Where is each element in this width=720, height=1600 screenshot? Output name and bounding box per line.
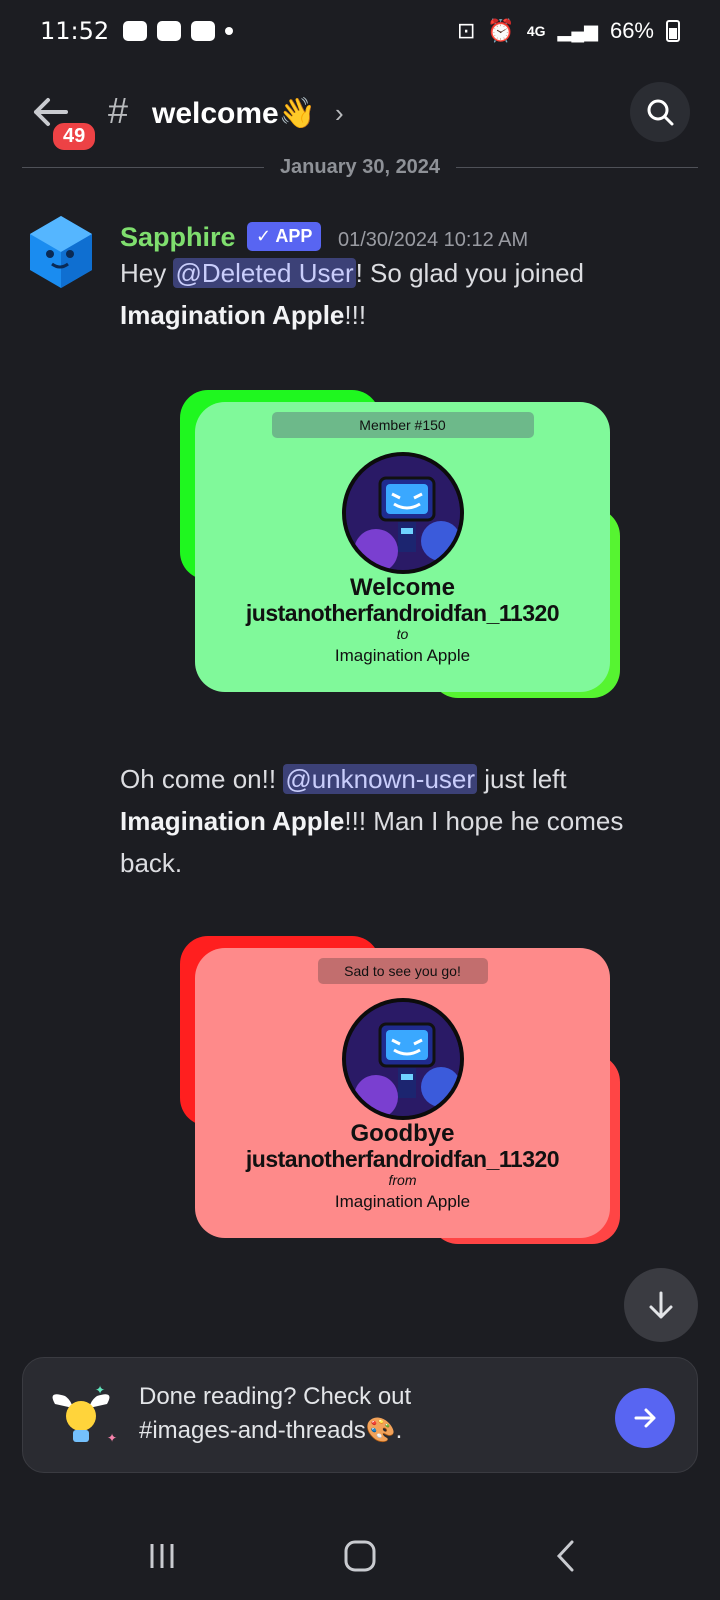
goodbye-card: Sad to see you go! Goodbye justanotherfa… bbox=[195, 948, 610, 1238]
separator-line bbox=[22, 167, 264, 168]
youtube-notification-icon bbox=[191, 21, 216, 41]
user-mention[interactable]: @Deleted User bbox=[173, 258, 356, 288]
recents-icon bbox=[150, 1544, 174, 1568]
discord-notification-icon bbox=[123, 21, 148, 41]
sapphire-avatar-icon bbox=[30, 216, 92, 288]
goodbye-card-image[interactable]: Sad to see you go! Goodbye justanotherfa… bbox=[180, 936, 630, 1256]
member-username: justanotherfandroidfan_11320 bbox=[245, 600, 560, 626]
text-segment: Hey bbox=[120, 258, 174, 288]
app-tag: ✓ APP bbox=[247, 222, 322, 251]
card-server-name: Imagination Apple bbox=[334, 646, 471, 665]
member-number-chip: Member #150 bbox=[271, 412, 534, 438]
user-mention[interactable]: @unknown-user bbox=[283, 764, 478, 794]
channel-hash-icon: # bbox=[108, 90, 129, 131]
author-name[interactable]: Sapphire bbox=[120, 222, 236, 253]
robot-avatar-icon bbox=[345, 456, 460, 570]
system-back-button[interactable] bbox=[546, 1536, 586, 1576]
channel-name[interactable]: welcome👋 bbox=[152, 96, 316, 131]
server-name-bold: Imagination Apple bbox=[120, 300, 345, 330]
svg-text:✦: ✦ bbox=[107, 1431, 117, 1445]
jump-to-bottom-button[interactable] bbox=[624, 1268, 698, 1342]
member-username: justanotherfandroidfan_11320 bbox=[245, 1146, 560, 1172]
text-segment: just left bbox=[477, 764, 567, 794]
member-avatar bbox=[341, 998, 464, 1120]
unread-badge: 49 bbox=[50, 120, 99, 153]
battery-saver-icon: ⊡ bbox=[456, 18, 476, 43]
arrow-down-icon bbox=[649, 1291, 673, 1319]
network-type: 4G bbox=[526, 23, 546, 39]
date-separator: January 30, 2024 bbox=[22, 156, 698, 179]
goodbye-chip: Sad to see you go! bbox=[317, 958, 488, 984]
system-icons: ⊡ ⏰ 4G ▂▄▆ 66% bbox=[457, 18, 680, 44]
signal-icon: ▂▄▆ bbox=[557, 20, 598, 41]
status-bar: 11:52 ⊡ ⏰ 4G ▂▄▆ 66% bbox=[0, 0, 720, 62]
robot-avatar-icon bbox=[345, 1002, 460, 1116]
banner-line-2: #images-and-threads🎨. bbox=[139, 1417, 403, 1444]
text-segment: ! So glad you joined bbox=[355, 258, 584, 288]
winged-lightbulb-icon: ✦ ✦ bbox=[45, 1382, 117, 1454]
search-icon bbox=[647, 99, 674, 126]
notification-icons bbox=[123, 21, 234, 41]
battery-percent: 66% bbox=[609, 18, 654, 43]
goodbye-headline: Goodbye bbox=[350, 1120, 455, 1147]
server-name-bold: Imagination Apple bbox=[120, 806, 345, 836]
gallery-notification-icon bbox=[157, 21, 182, 41]
chevron-right-icon[interactable]: › bbox=[335, 98, 344, 129]
home-button[interactable] bbox=[340, 1536, 380, 1576]
svg-text:✦: ✦ bbox=[95, 1383, 105, 1397]
welcome-card: Member #150 Welcome justanotherfandroidf… bbox=[195, 402, 610, 692]
home-icon bbox=[344, 1540, 376, 1572]
search-button[interactable] bbox=[630, 82, 690, 142]
member-avatar bbox=[341, 452, 464, 574]
message-text-2: Oh come on!! @unknown-user just left Ima… bbox=[120, 758, 680, 884]
card-server-name: Imagination Apple bbox=[334, 1192, 471, 1211]
arrow-right-icon bbox=[634, 1408, 656, 1428]
more-notifications-icon bbox=[225, 27, 234, 35]
text-segment: !!! bbox=[344, 300, 367, 330]
status-time: 11:52 bbox=[40, 17, 110, 45]
author-avatar[interactable] bbox=[28, 214, 94, 290]
go-to-channel-button[interactable] bbox=[615, 1388, 675, 1448]
system-nav-bar bbox=[0, 1510, 720, 1600]
next-channel-banner[interactable]: ✦ ✦ Done reading? Check out #images-and-… bbox=[22, 1357, 698, 1473]
channel-header: 49 # welcome👋 › bbox=[0, 72, 720, 162]
welcome-headline: Welcome bbox=[350, 574, 455, 601]
card-connector: to bbox=[396, 626, 409, 642]
banner-text: Done reading? Check out #images-and-thre… bbox=[139, 1380, 579, 1448]
message-text-1: Hey @Deleted User! So glad you joined Im… bbox=[120, 252, 680, 336]
text-segment: Oh come on!! bbox=[120, 764, 284, 794]
recent-apps-button[interactable] bbox=[142, 1536, 182, 1576]
battery-icon bbox=[666, 20, 680, 42]
banner-line-1: Done reading? Check out bbox=[139, 1383, 412, 1410]
date-label: January 30, 2024 bbox=[279, 156, 441, 178]
separator-line bbox=[456, 167, 698, 168]
message-timestamp: 01/30/2024 10:12 AM bbox=[338, 229, 529, 251]
alarm-icon: ⏰ bbox=[487, 18, 515, 43]
welcome-card-image[interactable]: Member #150 Welcome justanotherfandroidf… bbox=[180, 390, 630, 710]
chevron-left-icon bbox=[556, 1540, 574, 1572]
card-connector: from bbox=[388, 1172, 417, 1188]
